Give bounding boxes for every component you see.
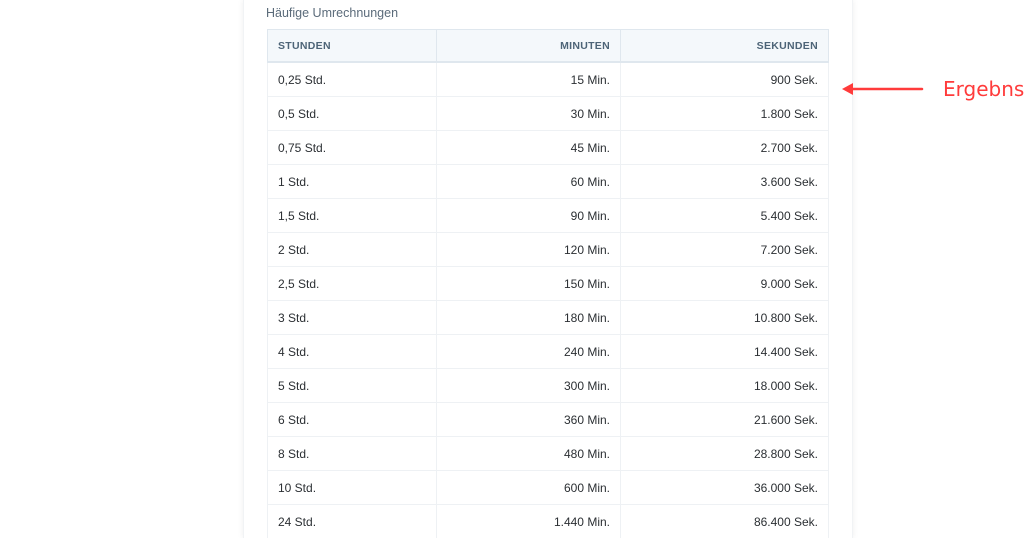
cell-seconds: 18.000 Sek.	[620, 368, 829, 403]
cell-hours: 10 Std.	[267, 470, 437, 505]
cell-hours: 1 Std.	[267, 164, 437, 199]
cell-hours: 2 Std.	[267, 232, 437, 267]
cell-minutes: 1.440 Min.	[436, 504, 621, 538]
cell-minutes: 360 Min.	[436, 402, 621, 437]
cell-hours: 5 Std.	[267, 368, 437, 403]
page: Häufige Umrechnungen STUNDEN MINUTEN SEK…	[0, 0, 1024, 538]
cell-seconds: 2.700 Sek.	[620, 130, 829, 165]
cell-seconds: 14.400 Sek.	[620, 334, 829, 369]
cell-hours: 0,75 Std.	[267, 130, 437, 165]
cell-minutes: 300 Min.	[436, 368, 621, 403]
cell-minutes: 60 Min.	[436, 164, 621, 199]
cell-hours: 4 Std.	[267, 334, 437, 369]
table-row: 0,75 Std. 45 Min. 2.700 Sek.	[267, 130, 829, 165]
cell-minutes: 30 Min.	[436, 96, 621, 131]
cell-seconds: 1.800 Sek.	[620, 96, 829, 131]
table-row: 0,25 Std. 15 Min. 900 Sek.	[267, 61, 829, 97]
table-header-row: STUNDEN MINUTEN SEKUNDEN	[267, 29, 829, 63]
table-row: 2 Std. 120 Min. 7.200 Sek.	[267, 232, 829, 267]
cell-hours: 1,5 Std.	[267, 198, 437, 233]
cell-hours: 6 Std.	[267, 402, 437, 437]
result-annotation: Ergebns	[842, 76, 1024, 104]
table-row: 6 Std. 360 Min. 21.600 Sek.	[267, 402, 829, 437]
annotation-label: Ergebns	[943, 77, 1024, 101]
table-row: 24 Std. 1.440 Min. 86.400 Sek.	[267, 504, 829, 538]
column-header-seconds: SEKUNDEN	[620, 29, 829, 63]
cell-minutes: 480 Min.	[436, 436, 621, 471]
cell-seconds: 21.600 Sek.	[620, 402, 829, 437]
section-title: Häufige Umrechnungen	[266, 6, 399, 20]
table-row: 2,5 Std. 150 Min. 9.000 Sek.	[267, 266, 829, 301]
cell-minutes: 180 Min.	[436, 300, 621, 335]
table-row: 5 Std. 300 Min. 18.000 Sek.	[267, 368, 829, 403]
table-row: 1,5 Std. 90 Min. 5.400 Sek.	[267, 198, 829, 233]
cell-hours: 8 Std.	[267, 436, 437, 471]
cell-minutes: 150 Min.	[436, 266, 621, 301]
cell-hours: 24 Std.	[267, 504, 437, 538]
cell-seconds: 36.000 Sek.	[620, 470, 829, 505]
cell-seconds: 9.000 Sek.	[620, 266, 829, 301]
cell-minutes: 600 Min.	[436, 470, 621, 505]
cell-seconds: 3.600 Sek.	[620, 164, 829, 199]
cell-seconds: 28.800 Sek.	[620, 436, 829, 471]
cell-minutes: 90 Min.	[436, 198, 621, 233]
cell-hours: 0,5 Std.	[267, 96, 437, 131]
column-header-hours: STUNDEN	[267, 29, 437, 63]
cell-seconds: 5.400 Sek.	[620, 198, 829, 233]
table-row: 0,5 Std. 30 Min. 1.800 Sek.	[267, 96, 829, 131]
cell-seconds: 10.800 Sek.	[620, 300, 829, 335]
cell-minutes: 15 Min.	[436, 61, 621, 97]
cell-minutes: 120 Min.	[436, 232, 621, 267]
table-row: 10 Std. 600 Min. 36.000 Sek.	[267, 470, 829, 505]
column-header-minutes: MINUTEN	[436, 29, 621, 63]
table-row: 3 Std. 180 Min. 10.800 Sek.	[267, 300, 829, 335]
cell-hours: 2,5 Std.	[267, 266, 437, 301]
cell-seconds: 900 Sek.	[620, 61, 829, 97]
table-row: 1 Std. 60 Min. 3.600 Sek.	[267, 164, 829, 199]
conversion-table: STUNDEN MINUTEN SEKUNDEN 0,25 Std. 15 Mi…	[267, 29, 829, 538]
arrow-left-icon	[842, 83, 924, 95]
cell-minutes: 240 Min.	[436, 334, 621, 369]
table-row: 4 Std. 240 Min. 14.400 Sek.	[267, 334, 829, 369]
cell-hours: 0,25 Std.	[267, 61, 437, 97]
cell-hours: 3 Std.	[267, 300, 437, 335]
table-row: 8 Std. 480 Min. 28.800 Sek.	[267, 436, 829, 471]
cell-seconds: 7.200 Sek.	[620, 232, 829, 267]
cell-seconds: 86.400 Sek.	[620, 504, 829, 538]
cell-minutes: 45 Min.	[436, 130, 621, 165]
